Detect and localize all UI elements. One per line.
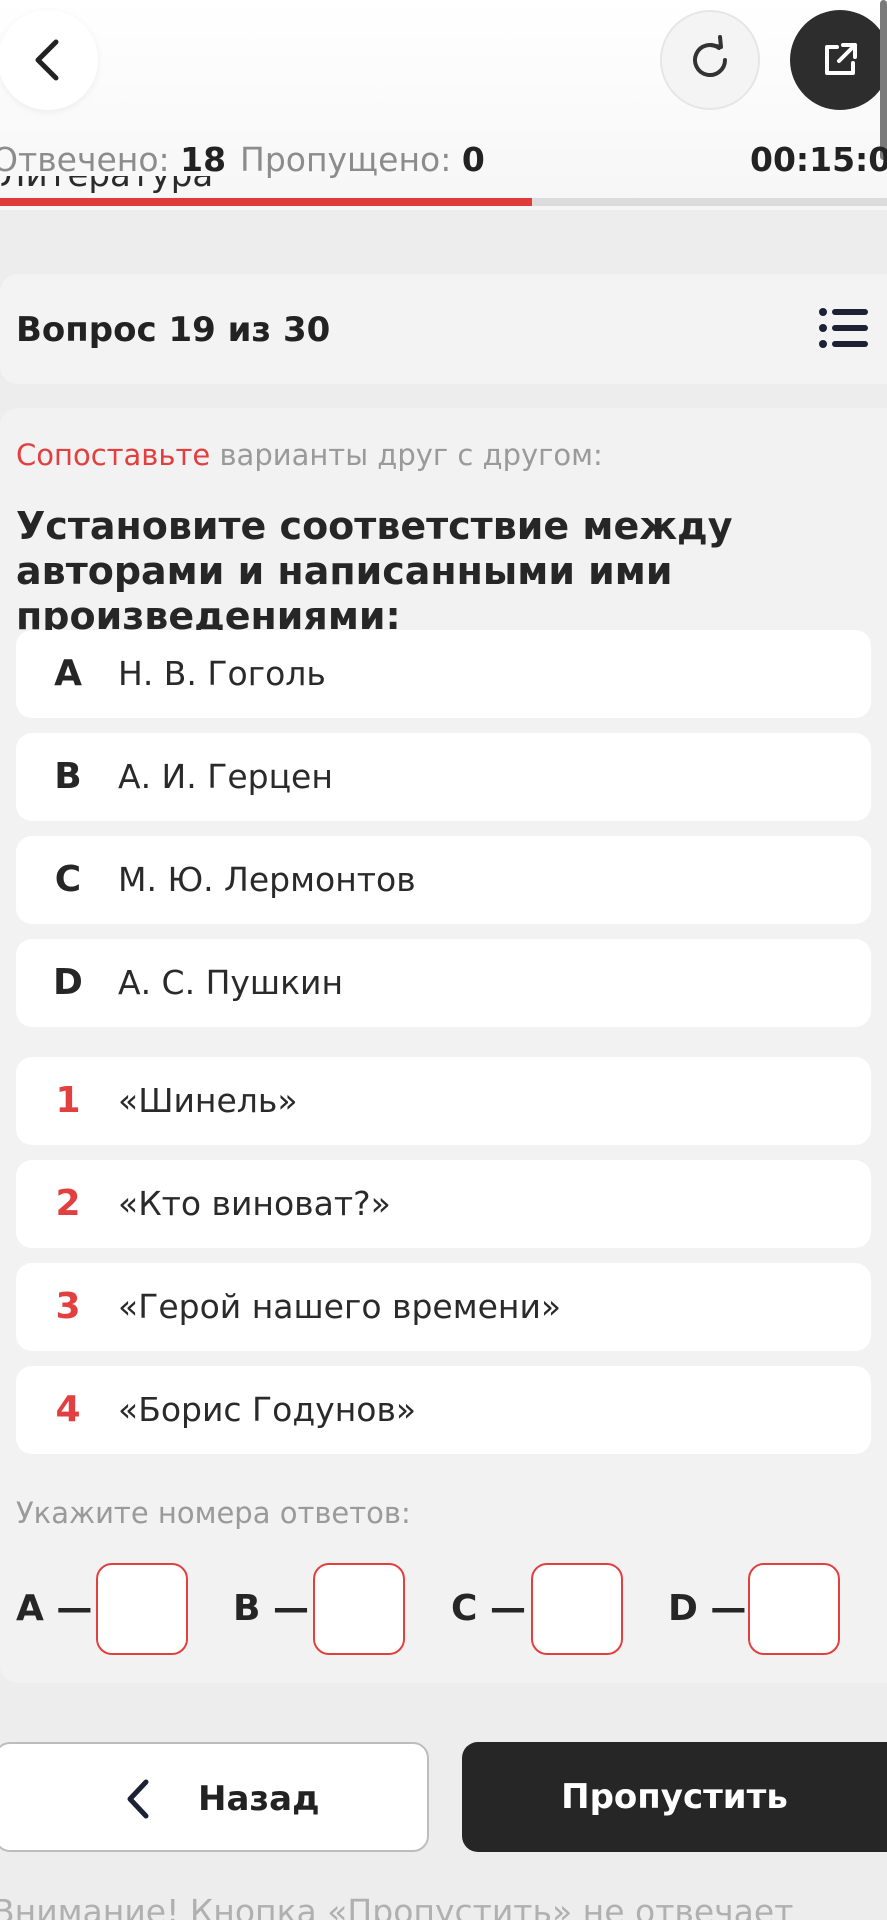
question-list-button[interactable] [818, 304, 870, 356]
right-option-1: 1 «Шинель» [16, 1057, 871, 1145]
open-external-button[interactable] [790, 10, 887, 110]
question-text: Установите соответствие между авторами и… [16, 504, 733, 638]
left-option-c: C М. Ю. Лермонтов [16, 836, 871, 924]
subject-title-text: Литература [0, 176, 213, 192]
option-key: B [54, 756, 82, 797]
stats-row: Отвечено: 18 Пропущено: 0 00:15:0 [0, 140, 887, 180]
answers-label: Укажите номера ответов: [16, 1496, 411, 1530]
top-bar: Отвечено: 18 Пропущено: 0 00:15:0 Литера… [0, 0, 887, 210]
answer-a-input[interactable] [96, 1563, 188, 1655]
progress-bar [0, 198, 887, 206]
option-key: 3 [55, 1286, 81, 1327]
scrollbar[interactable] [880, 0, 887, 160]
right-option-3: 3 «Герой нашего времени» [16, 1263, 871, 1351]
option-text: «Борис Годунов» [118, 1390, 417, 1429]
option-text: «Кто виноват?» [118, 1184, 391, 1223]
option-key: A [54, 653, 82, 694]
answered-stat: Отвечено: 18 [0, 140, 226, 179]
answer-c-input[interactable] [531, 1563, 623, 1655]
left-option-d: D А. С. Пушкин [16, 939, 871, 1027]
option-key: 4 [55, 1389, 81, 1430]
skipped-stat: Пропущено: 0 [240, 140, 485, 179]
chevron-left-icon [35, 39, 59, 81]
option-key: D [53, 962, 83, 1003]
right-option-4: 4 «Борис Годунов» [16, 1366, 871, 1454]
option-text: Н. В. Гоголь [118, 654, 326, 693]
skipped-label: Пропущено: [240, 140, 452, 179]
question-card: Сопоставьте варианты друг с другом: Уста… [0, 408, 887, 1683]
skip-button-label: Пропустить [561, 1777, 788, 1817]
answer-d-input[interactable] [748, 1563, 840, 1655]
answer-label: D — [668, 1588, 747, 1629]
left-option-a: A Н. В. Гоголь [16, 630, 871, 718]
option-text: А. И. Герцен [118, 757, 333, 796]
instruction: Сопоставьте варианты друг с другом: [16, 438, 603, 472]
external-link-icon [825, 43, 857, 75]
reload-button[interactable] [660, 10, 760, 110]
question-header: Вопрос 19 из 30 [0, 274, 887, 384]
back-nav-button[interactable]: Назад [0, 1742, 429, 1852]
chevron-left-icon [127, 1779, 149, 1819]
option-key: 2 [55, 1183, 81, 1224]
answer-label: C — [451, 1588, 526, 1629]
option-text: А. С. Пушкин [118, 963, 344, 1002]
skipped-value: 0 [461, 140, 485, 179]
progress-fill [0, 198, 533, 206]
instruction-rest: варианты друг с другом: [210, 438, 603, 472]
option-text: «Шинель» [118, 1081, 298, 1120]
answer-label: A — [16, 1588, 93, 1629]
option-text: М. Ю. Лермонтов [118, 860, 416, 899]
reload-icon [693, 35, 727, 77]
instruction-accent: Сопоставьте [16, 438, 211, 472]
answer-b-input[interactable] [313, 1563, 405, 1655]
option-key: 1 [55, 1080, 81, 1121]
list-icon [819, 308, 868, 348]
skip-button[interactable]: Пропустить [462, 1742, 887, 1852]
skip-warning: Внимание! Кнопка «Пропустить» не отвечае… [0, 1892, 794, 1920]
answered-value: 18 [180, 140, 227, 179]
left-option-b: B А. И. Герцен [16, 733, 871, 821]
back-button[interactable] [0, 10, 98, 110]
answer-label: B — [233, 1588, 309, 1629]
question-counter: Вопрос 19 из 30 [16, 310, 331, 350]
option-key: C [54, 859, 82, 900]
right-option-2: 2 «Кто виноват?» [16, 1160, 871, 1248]
back-button-label: Назад [198, 1779, 320, 1819]
subject-title: Литература [0, 176, 213, 198]
answered-label: Отвечено: [0, 140, 170, 179]
timer: 00:15:0 [750, 140, 887, 179]
option-text: «Герой нашего времени» [118, 1287, 562, 1326]
